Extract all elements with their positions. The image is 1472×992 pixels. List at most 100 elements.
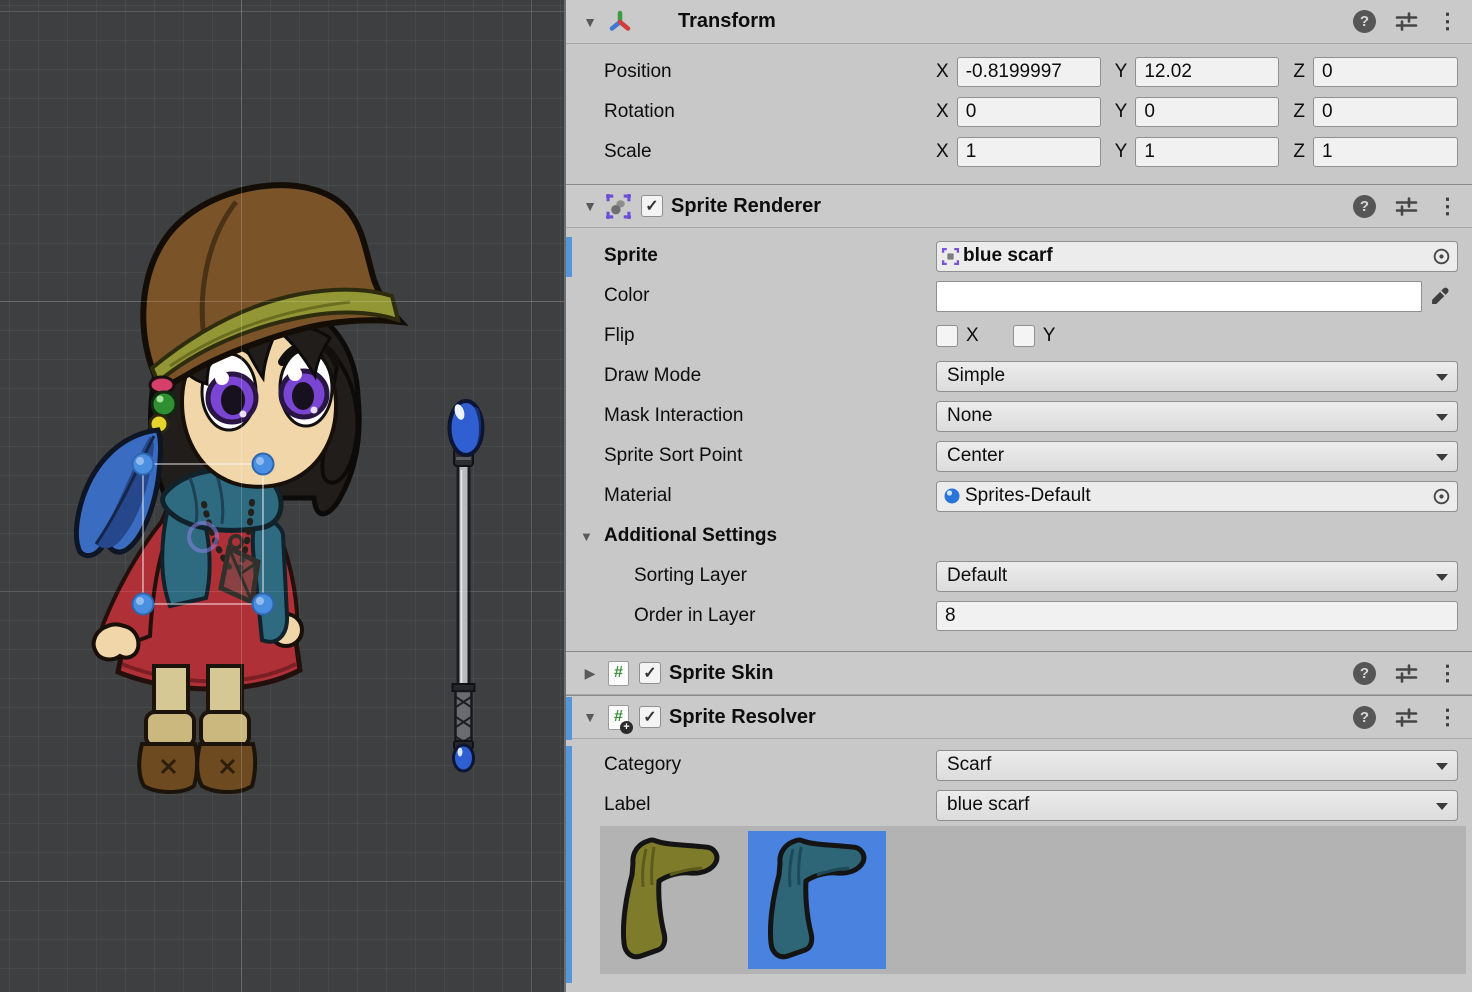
scale-y-field[interactable]: 1 [1135, 137, 1279, 167]
presets-icon[interactable] [1395, 708, 1418, 727]
scale-row: Scale X 1 Y 1 Z 1 [566, 132, 1472, 172]
foldout-icon[interactable]: ▶ [580, 665, 600, 682]
foldout-icon[interactable]: ▼ [580, 709, 600, 725]
component-title: Sprite Renderer [671, 195, 1353, 218]
presets-icon[interactable] [1395, 664, 1418, 683]
category-dropdown[interactable]: Scarf [936, 750, 1458, 781]
scene-view[interactable] [0, 0, 564, 992]
additional-settings-row[interactable]: ▼ Additional Settings [566, 516, 1472, 556]
sprite-row: Sprite blue scarf [566, 236, 1472, 276]
material-row: Material Sprites-Default [566, 476, 1472, 516]
material-object-field[interactable]: Sprites-Default [936, 481, 1458, 512]
draw-mode-dropdown[interactable]: Simple [936, 361, 1458, 392]
staff-bottom-gem [454, 745, 474, 771]
color-swatch[interactable] [936, 281, 1422, 312]
presets-icon[interactable] [1395, 197, 1418, 216]
object-picker-icon[interactable] [1425, 242, 1457, 271]
axis-label: Z [1293, 61, 1305, 83]
flip-x-label: X [966, 325, 979, 347]
help-icon[interactable]: ? [1353, 10, 1376, 33]
scale-x-field[interactable]: 1 [957, 137, 1101, 167]
unity-editor: ▼ Transform ? ⋮ Position [0, 0, 1472, 992]
chevron-down-icon [1436, 763, 1448, 770]
more-menu-icon[interactable]: ⋮ [1437, 11, 1458, 32]
sprite-sort-point-dropdown[interactable]: Center [936, 441, 1458, 472]
rotation-z-field[interactable]: 0 [1313, 97, 1458, 127]
foldout-icon[interactable]: ▼ [580, 529, 604, 544]
rotation-x-field[interactable]: 0 [957, 97, 1101, 127]
more-menu-icon[interactable]: ⋮ [1437, 663, 1458, 684]
enabled-checkbox[interactable]: ✓ [639, 662, 661, 684]
object-picker-icon[interactable] [1425, 482, 1457, 511]
position-row: Position X -0.8199997 Y 12.02 Z 0 [566, 52, 1472, 92]
axis-label: Y [1115, 101, 1128, 123]
sorting-layer-row: Sorting Layer Default [566, 556, 1472, 596]
flip-y-checkbox[interactable] [1013, 325, 1035, 347]
material-value: Sprites-Default [965, 485, 1425, 507]
help-icon[interactable]: ? [1353, 706, 1376, 729]
field-label: Color [604, 285, 936, 307]
field-label: Rotation [604, 101, 936, 123]
sprite-variant-strip [600, 826, 1466, 974]
flip-x-checkbox[interactable] [936, 325, 958, 347]
axis-label: X [936, 141, 949, 163]
override-bar-resolver-header [566, 697, 572, 740]
draw-mode-row: Draw Mode Simple [566, 356, 1472, 396]
variant-thumbnail-green-scarf[interactable] [601, 831, 739, 969]
field-label: Sorting Layer [604, 565, 936, 587]
sprite-skin-header[interactable]: ▶ # ✓ Sprite Skin ? ⋮ [566, 651, 1472, 695]
field-label: Scale [604, 141, 936, 163]
eyedropper-icon[interactable] [1422, 281, 1458, 312]
sprite-renderer-body: Sprite blue scarf [566, 228, 1472, 651]
presets-icon[interactable] [1395, 12, 1418, 31]
sprite-value: blue scarf [963, 245, 1425, 267]
transform-body: Position X -0.8199997 Y 12.02 Z 0 Rotati… [566, 44, 1472, 184]
field-label: Position [604, 61, 936, 83]
sprite-resolver-header[interactable]: ▼ #+ ✓ Sprite Resolver ? ⋮ [566, 695, 1472, 739]
axis-label: Z [1293, 101, 1305, 123]
position-z-field[interactable]: 0 [1313, 57, 1458, 87]
enabled-checkbox[interactable]: ✓ [641, 195, 663, 217]
enabled-checkbox[interactable]: ✓ [639, 706, 661, 728]
position-x-field[interactable]: -0.8199997 [957, 57, 1101, 87]
field-label: Flip [604, 325, 936, 347]
script-plus-icon: #+ [608, 705, 629, 730]
sprite-thumb-icon [941, 247, 960, 266]
foldout-icon[interactable]: ▼ [580, 14, 600, 30]
scale-z-field[interactable]: 1 [1313, 137, 1458, 167]
rotation-y-field[interactable]: 0 [1135, 97, 1279, 127]
more-menu-icon[interactable]: ⋮ [1437, 707, 1458, 728]
axis-label: Y [1115, 61, 1128, 83]
flip-row: Flip X Y [566, 316, 1472, 356]
dropdown-value: Simple [947, 365, 1005, 387]
character-sprite[interactable] [76, 185, 401, 792]
override-bar-resolver-body [566, 746, 572, 983]
staff-sprite[interactable] [450, 401, 483, 771]
help-icon[interactable]: ? [1353, 195, 1376, 218]
flip-y-label: Y [1043, 325, 1056, 347]
more-menu-icon[interactable]: ⋮ [1437, 196, 1458, 217]
field-label: Order in Layer [604, 605, 936, 627]
axis-label: Y [1115, 141, 1128, 163]
dropdown-value: Default [947, 565, 1007, 587]
position-y-field[interactable]: 12.02 [1135, 57, 1279, 87]
foldout-icon[interactable]: ▼ [580, 198, 600, 214]
variant-thumbnail-blue-scarf-selected[interactable] [748, 831, 886, 969]
axis-label: Z [1293, 141, 1305, 163]
mask-interaction-row: Mask Interaction None [566, 396, 1472, 436]
help-icon[interactable]: ? [1353, 662, 1376, 685]
sprite-object-field[interactable]: blue scarf [936, 241, 1458, 272]
component-title: Sprite Resolver [669, 706, 1353, 729]
label-row: Label blue scarf [566, 785, 1472, 825]
sorting-layer-dropdown[interactable]: Default [936, 561, 1458, 592]
dropdown-value: Scarf [947, 754, 991, 776]
order-in-layer-field[interactable]: 8 [936, 601, 1458, 631]
inspector-panel: ▼ Transform ? ⋮ Position [564, 0, 1472, 992]
transform-header[interactable]: ▼ Transform ? ⋮ [566, 0, 1472, 44]
dropdown-value: Center [947, 445, 1004, 467]
sprite-renderer-header[interactable]: ▼ ✓ Sprite Renderer ? ⋮ [566, 184, 1472, 228]
mask-interaction-dropdown[interactable]: None [936, 401, 1458, 432]
color-row: Color [566, 276, 1472, 316]
field-label: Sprite [604, 245, 936, 267]
label-dropdown[interactable]: blue scarf [936, 790, 1458, 821]
